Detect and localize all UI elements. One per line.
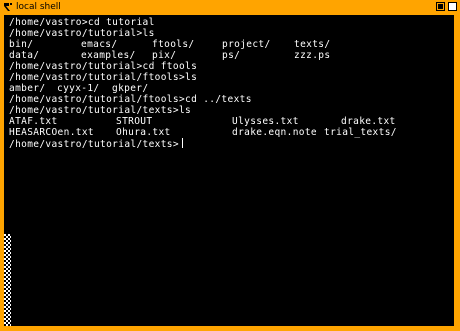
terminal-text: Ulysses.txt — [232, 116, 299, 127]
terminal-text: project/ — [222, 39, 271, 50]
terminal-text: pix/ — [152, 50, 177, 61]
terminal-output[interactable]: /home/vastro>cd tutorial /home/vastro/tu… — [3, 14, 455, 327]
scrollbar[interactable] — [4, 234, 11, 326]
terminal-text: STROUT — [116, 116, 153, 127]
terminal-text: /home/vastro/tutorial>cd ftools — [9, 61, 198, 72]
terminal-text: trial_texts/ — [324, 127, 397, 138]
terminal-text: cyyx-1/ — [57, 83, 100, 94]
terminal-text: emacs/ — [81, 39, 118, 50]
text-cursor — [181, 138, 183, 148]
terminal-text: /home/vastro/tutorial>ls — [9, 28, 155, 39]
terminal-text: amber/ — [9, 83, 46, 94]
terminal-prompt-line[interactable]: /home/vastro/tutorial/texts> — [9, 138, 183, 150]
terminal-text: drake.txt — [341, 116, 396, 127]
window-menu-icon[interactable] — [3, 2, 13, 12]
terminal-text: ATAF.txt — [9, 116, 58, 127]
terminal-line: /home/vastro/tutorial>cd ftools — [9, 61, 197, 72]
terminal-line: /home/vastro/tutorial>ls — [9, 28, 154, 39]
terminal-text: texts/ — [294, 39, 331, 50]
terminal-text: gkper/ — [112, 83, 149, 94]
terminal-line: data/ examples/ pix/ ps/ zzz.ps — [9, 50, 330, 61]
terminal-prompt: /home/vastro/tutorial/texts> — [9, 139, 179, 150]
terminal-line: bin/ emacs/ ftools/ project/ texts/ — [9, 39, 330, 50]
terminal-text: data/ — [9, 50, 40, 61]
terminal-text: Ohura.txt — [116, 127, 171, 138]
terminal-text: bin/ — [9, 39, 34, 50]
terminal-text: /home/vastro/tutorial/texts>ls — [9, 105, 192, 116]
maximize-button[interactable] — [436, 2, 445, 11]
terminal-text: HEASARCOen.txt — [9, 127, 94, 138]
terminal-line: HEASARCOen.txt Ohura.txt drake.eqn.note … — [9, 127, 396, 138]
terminal-text: zzz.ps — [294, 50, 331, 61]
terminal-text: /home/vastro/tutorial/ftools>cd ../texts — [9, 94, 252, 105]
terminal-text: ps/ — [222, 50, 241, 61]
terminal-line: /home/vastro/tutorial/texts>ls — [9, 105, 191, 116]
close-button[interactable] — [448, 2, 457, 11]
window-title: local shell — [16, 2, 61, 12]
terminal-window: local shell /home/vastro>cd tutorial /ho… — [0, 0, 460, 331]
terminal-text: drake.eqn.note — [232, 127, 317, 138]
terminal-line: amber/ cyyx-1/ gkper/ — [9, 83, 148, 94]
terminal-text: examples/ — [81, 50, 136, 61]
terminal-text: /home/vastro>cd tutorial — [9, 17, 155, 28]
title-bar[interactable]: local shell — [0, 0, 460, 14]
terminal-line: /home/vastro>cd tutorial — [9, 17, 154, 28]
terminal-text: /home/vastro/tutorial/ftools>ls — [9, 72, 198, 83]
terminal-line: /home/vastro/tutorial/ftools>cd ../texts — [9, 94, 251, 105]
terminal-line: /home/vastro/tutorial/ftools>ls — [9, 72, 197, 83]
terminal-line: ATAF.txt STROUT Ulysses.txt drake.txt — [9, 116, 395, 127]
terminal-text: ftools/ — [152, 39, 195, 50]
